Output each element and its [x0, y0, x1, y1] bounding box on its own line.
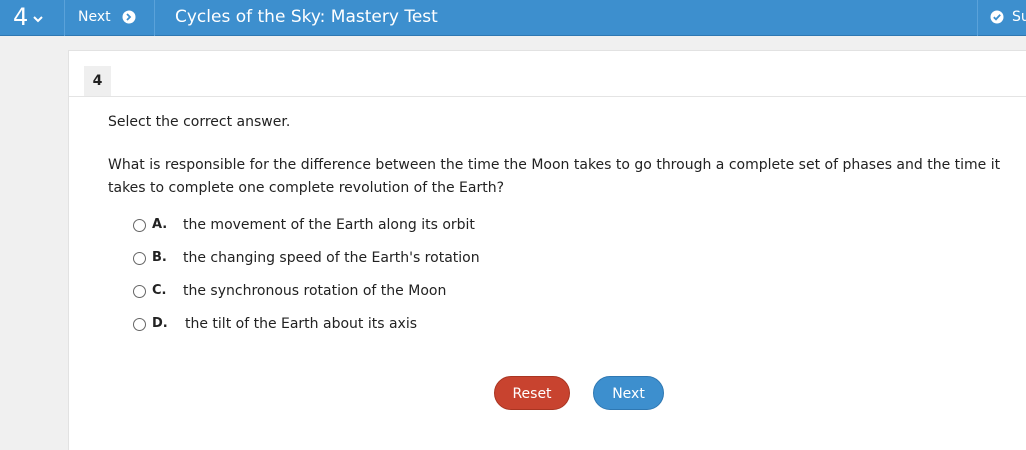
chevron-down-icon [33, 16, 43, 23]
next-question-label: Next [78, 9, 111, 25]
arrow-right-circle-icon [122, 10, 136, 24]
option-text: the changing speed of the Earth's rotati… [183, 250, 480, 266]
option-text: the synchronous rotation of the Moon [183, 283, 447, 299]
option-letter: A. [152, 217, 168, 232]
submit-button[interactable]: Su [977, 0, 1026, 36]
option-letter: B. [152, 250, 167, 265]
option-text: the tilt of the Earth about its axis [185, 316, 418, 332]
answer-option-d[interactable]: D. the tilt of the Earth about its axis [132, 315, 532, 337]
answer-option-c[interactable]: C. the synchronous rotation of the Moon [132, 282, 532, 304]
next-question-button[interactable]: Next [66, 0, 155, 36]
radio-button-d[interactable] [133, 318, 146, 331]
submit-label: Su [1012, 9, 1026, 25]
radio-button-b[interactable] [133, 252, 146, 265]
answer-option-b[interactable]: B. the changing speed of the Earth's rot… [132, 249, 532, 271]
test-title: Cycles of the Sky: Mastery Test [175, 7, 438, 27]
radio-button-c[interactable] [133, 285, 146, 298]
radio-button-a[interactable] [133, 219, 146, 232]
option-text: the movement of the Earth along its orbi… [183, 217, 475, 233]
question-number-badge: 4 [84, 66, 111, 96]
question-text: What is responsible for the difference b… [108, 157, 1001, 196]
question-number-dropdown[interactable]: 4 [0, 0, 65, 36]
instruction-text: Select the correct answer. [108, 114, 291, 130]
reset-button[interactable]: Reset [494, 376, 570, 410]
answer-option-a[interactable]: A. the movement of the Earth along its o… [132, 216, 532, 238]
question-number: 4 [13, 3, 29, 31]
check-circle-icon [990, 10, 1004, 24]
option-letter: C. [152, 283, 167, 298]
option-letter: D. [152, 316, 168, 331]
top-navigation-bar: 4 Next Cycles of the Sky: Mastery Test S… [0, 0, 1026, 36]
next-button[interactable]: Next [593, 376, 664, 410]
question-card-header: 4 [69, 51, 1026, 97]
